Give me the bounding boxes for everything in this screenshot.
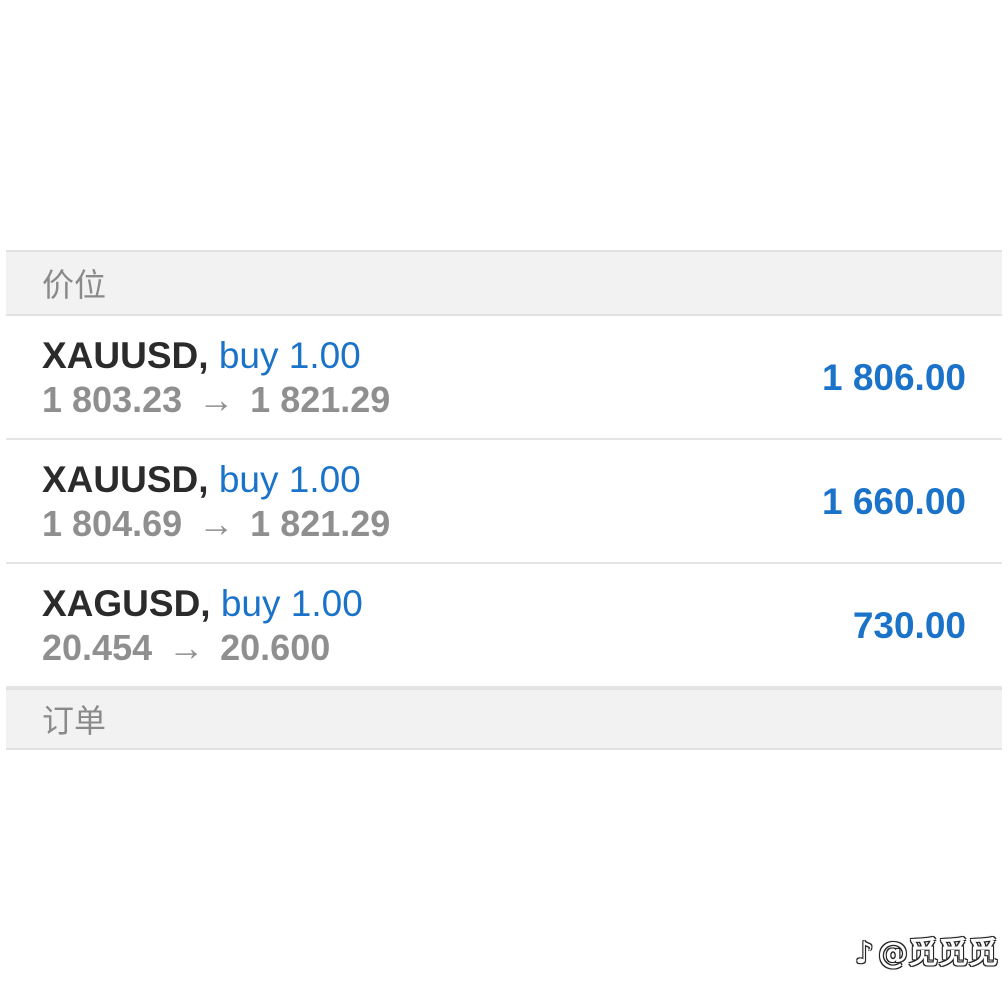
position-prices: 1 804.69 → 1 821.29 xyxy=(42,502,390,546)
orders-header-label: 订单 xyxy=(42,702,107,740)
position-symbol: XAGUSD, xyxy=(42,583,211,624)
positions-section-header: 价位 xyxy=(6,250,1002,316)
position-prices: 1 803.23 → 1 821.29 xyxy=(42,378,390,422)
arrow-right-icon: → xyxy=(168,627,205,668)
watermark: ♪ @觅觅觅 xyxy=(855,928,998,972)
current-price: 1 821.29 xyxy=(250,379,391,420)
trade-screen: 价位 XAUUSD, buy 1.00 1 803.23 → 1 821.29 … xyxy=(0,0,1008,1008)
open-price: 20.454 xyxy=(42,627,153,668)
position-profit: 1 660.00 xyxy=(821,481,966,522)
position-symbol: XAUUSD, xyxy=(42,335,209,376)
current-price: 20.600 xyxy=(220,627,331,668)
position-title: XAGUSD, buy 1.00 xyxy=(42,582,363,626)
current-price: 1 821.29 xyxy=(250,503,391,544)
open-price: 1 803.23 xyxy=(42,379,183,420)
watermark-text: @觅觅觅 xyxy=(878,936,998,971)
position-row[interactable]: XAUUSD, buy 1.00 1 804.69 → 1 821.29 1 6… xyxy=(6,440,1002,564)
position-symbol: XAUUSD, xyxy=(42,459,209,500)
trade-list: 价位 XAUUSD, buy 1.00 1 803.23 → 1 821.29 … xyxy=(6,250,1002,750)
position-profit: 1 806.00 xyxy=(821,357,966,398)
position-title: XAUUSD, buy 1.00 xyxy=(42,458,361,502)
position-side: buy 1.00 xyxy=(220,583,363,624)
douyin-icon: ♪ xyxy=(854,936,874,971)
positions-header-label: 价位 xyxy=(42,266,107,304)
orders-section-header: 订单 xyxy=(6,688,1002,750)
position-row[interactable]: XAUUSD, buy 1.00 1 803.23 → 1 821.29 1 8… xyxy=(6,316,1002,440)
open-price: 1 804.69 xyxy=(42,503,183,544)
position-title: XAUUSD, buy 1.00 xyxy=(42,334,361,378)
position-profit: 730.00 xyxy=(852,605,966,646)
arrow-right-icon: → xyxy=(198,503,235,544)
position-prices: 20.454 → 20.600 xyxy=(42,626,330,670)
arrow-right-icon: → xyxy=(198,379,235,420)
position-row[interactable]: XAGUSD, buy 1.00 20.454 → 20.600 730.00 xyxy=(6,564,1002,688)
position-side: buy 1.00 xyxy=(218,459,361,500)
position-side: buy 1.00 xyxy=(218,335,361,376)
